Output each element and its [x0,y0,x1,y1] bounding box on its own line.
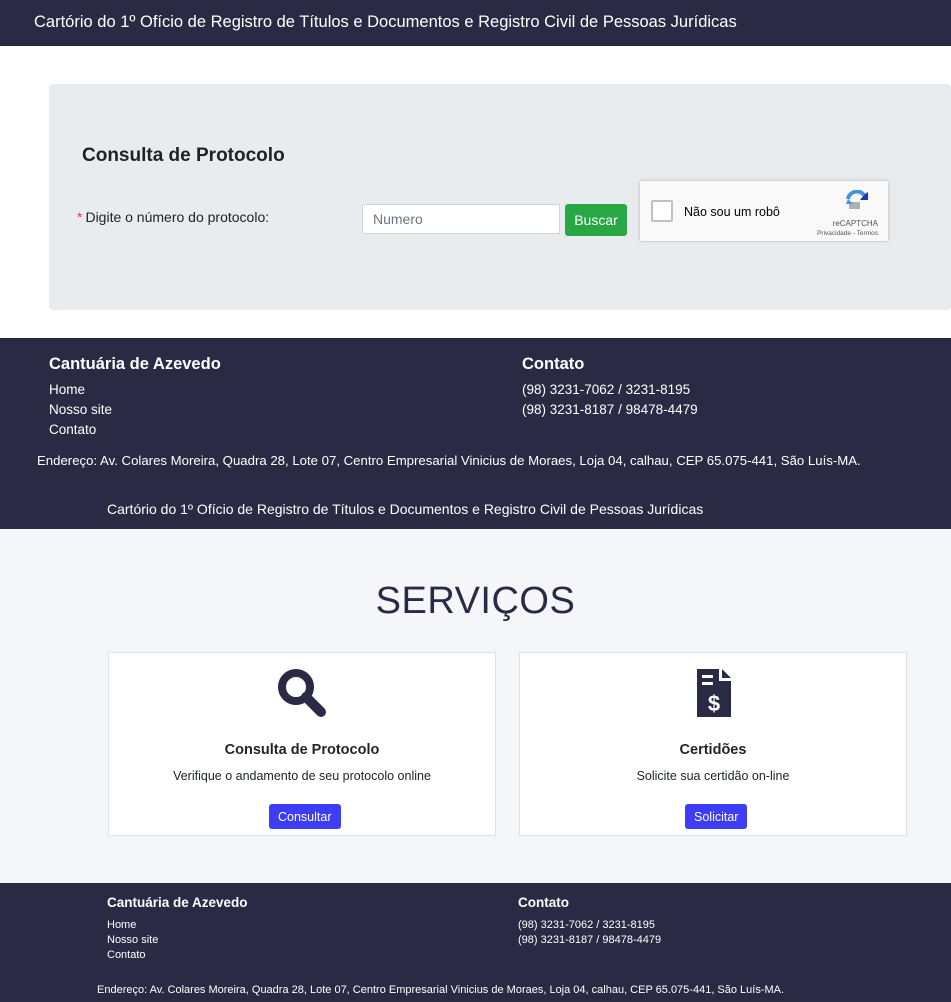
service-card-certificates: $ Certidões Solicite sua certidão on-lin… [519,652,907,836]
svg-text:$: $ [708,691,720,716]
footer-link-contact[interactable]: Contato [49,420,112,440]
recaptcha-logo-icon [846,190,868,209]
recaptcha-checkbox[interactable] [651,200,673,222]
card-description: Verifique o andamento de seu protocolo o… [173,769,431,783]
top-header: Cartório do 1º Ofício de Registro de Tít… [0,0,951,46]
footer-phones: (98) 3231-7062 / 3231-8195 (98) 3231-818… [518,918,661,948]
footer: Cantuária de Azevedo Home Nosso site Con… [0,338,951,484]
request-button[interactable]: Solicitar [685,804,748,829]
footer-name: Cantuária de Azevedo [107,895,248,910]
header-title: Cartório do 1º Ofício de Registro de Tít… [107,501,704,517]
footer-contact-title: Contato [518,895,569,910]
recaptcha-brand: reCAPTCHA [832,219,878,228]
card-title: Consulta de Protocolo [224,742,380,758]
footer-address: Endereço: Av. Colares Moreira, Quadra 28… [37,453,861,468]
recaptcha-privacy-terms[interactable]: Privacidade - Termos [817,230,878,237]
protocol-lookup-screen: Cartório do 1º Ofício de Registro de Tít… [0,0,951,484]
footer-links: Home Nosso site Contato [107,918,158,963]
footer: Cantuária de Azevedo Home Nosso site Con… [0,883,951,1002]
footer-name: Cantuária de Azevedo [49,355,221,373]
footer-link-site[interactable]: Nosso site [49,400,112,420]
search-button[interactable]: Buscar [565,204,627,236]
footer-phone-1: (98) 3231-7062 / 3231-8195 [518,919,655,931]
footer-link-site[interactable]: Nosso site [107,933,158,948]
footer-address: Endereço: Av. Colares Moreira, Quadra 28… [97,984,785,996]
search-icon [278,669,326,717]
consult-button[interactable]: Consultar [269,804,341,829]
footer-link-contact[interactable]: Contato [107,948,158,963]
footer-phone-2: (98) 3231-8187 / 98478-4479 [522,402,698,417]
footer-phones: (98) 3231-7062 / 3231-8195 (98) 3231-818… [522,380,698,420]
recaptcha-widget: Não sou um robô reCAPTCHA Privacidade - … [639,180,889,242]
footer-contact-title: Contato [522,355,585,373]
protocol-number-label: * Digite o número do protocolo: [77,209,269,225]
footer-links: Home Nosso site Contato [49,380,112,440]
required-mark: * [77,209,83,225]
recaptcha-label: Não sou um robô [684,205,780,219]
protocol-form-panel: Consulta de Protocolo * Digite o número d… [49,84,951,310]
card-description: Solicite sua certidão on-line [636,769,790,783]
footer-link-home[interactable]: Home [107,918,158,933]
services-title: SERVIÇOS [375,580,576,622]
header-title: Cartório do 1º Ofício de Registro de Tít… [34,13,737,31]
service-card-protocol: Consulta de Protocolo Verifique o andame… [108,652,496,836]
invoice-dollar-icon: $ [697,669,731,717]
footer-phone-1: (98) 3231-7062 / 3231-8195 [522,382,691,397]
footer-phone-2: (98) 3231-8187 / 98478-4479 [518,934,662,946]
protocol-number-label-text: Digite o número do protocolo: [85,209,270,225]
form-heading: Consulta de Protocolo [82,145,285,166]
footer-link-home[interactable]: Home [49,380,112,400]
card-title: Certidões [679,742,747,758]
top-header: Cartório do 1º Ofício de Registro de Tít… [0,484,951,529]
protocol-number-input[interactable] [362,204,560,234]
services-screen: Cartório do 1º Ofício de Registro de Tít… [0,484,951,1002]
